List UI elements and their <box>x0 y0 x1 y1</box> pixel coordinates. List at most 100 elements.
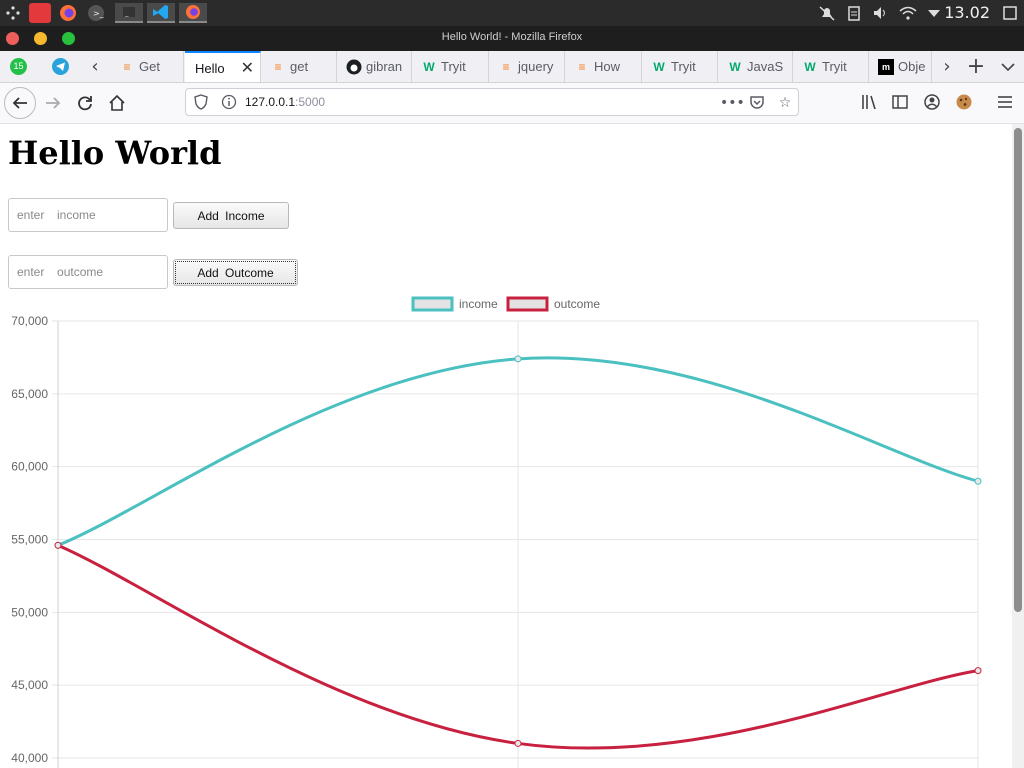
scrollbar-thumb[interactable] <box>1014 128 1022 612</box>
income-data-point <box>974 477 982 485</box>
outcome-data-point <box>54 541 62 549</box>
url-text: 127.0.0.1:5000 <box>245 95 325 109</box>
y-tick-label: 40,000 <box>11 751 48 765</box>
github-icon <box>346 59 362 75</box>
w3schools-icon: W <box>423 60 435 74</box>
income-input[interactable] <box>8 198 168 232</box>
library-icon[interactable] <box>855 88 883 116</box>
mdn-icon: m <box>878 59 894 75</box>
tab-label: Tryit <box>441 59 466 74</box>
outcome-input[interactable] <box>8 255 168 289</box>
tab-label: How <box>594 59 621 74</box>
show-desktop-icon[interactable] <box>1002 5 1018 21</box>
page-actions-icon[interactable]: ••• <box>720 94 745 112</box>
account-icon[interactable] <box>918 88 946 116</box>
tab-label: jquery <box>518 59 554 74</box>
window-title: Hello World! - Mozilla Firefox <box>441 31 583 43</box>
tab-tryit-3[interactable]: W Tryit <box>794 51 869 82</box>
taskbar-firefox[interactable] <box>179 3 207 23</box>
tab-label: Obje <box>898 59 926 74</box>
back-icon[interactable] <box>4 87 36 119</box>
window-titlebar: Hello World! - Mozilla Firefox <box>0 26 1024 51</box>
url-bar[interactable]: 127.0.0.1:5000 ••• ☆ <box>185 88 799 116</box>
w3schools-icon: W <box>653 60 665 74</box>
w3schools-icon: W <box>729 60 741 74</box>
url-port: :5000 <box>295 95 326 109</box>
clipboard-icon[interactable] <box>846 5 862 21</box>
firefox-launcher-icon[interactable] <box>57 3 79 23</box>
tab-object[interactable]: m Obje <box>870 51 932 82</box>
tab-hello[interactable]: Hello ✕ <box>185 51 261 82</box>
notifications-off-icon[interactable] <box>818 5 835 21</box>
close-tab-icon[interactable]: ✕ <box>241 53 254 82</box>
tab-get-1[interactable]: ≡ Get <box>111 51 184 82</box>
tab-label: Tryit <box>822 59 847 74</box>
app-menu-icon[interactable] <box>2 3 24 23</box>
tab-get-2[interactable]: ≡ get <box>262 51 337 82</box>
chevron-down-icon[interactable] <box>926 5 942 21</box>
clock: 13.02 <box>944 3 990 22</box>
tab-label: JavaS <box>747 59 784 74</box>
home-icon[interactable] <box>102 88 132 118</box>
volume-icon[interactable] <box>872 5 888 21</box>
y-tick-label: 50,000 <box>11 605 48 619</box>
tab-label: Tryit <box>671 59 696 74</box>
taskbar-vscode[interactable] <box>147 3 175 23</box>
whatsapp-tab-icon[interactable]: 15 <box>10 58 27 75</box>
forward-icon[interactable] <box>38 88 68 118</box>
page-title: Hello World <box>8 134 222 172</box>
stackoverflow-icon: ≡ <box>578 60 586 74</box>
tab-list-chevron-icon[interactable] <box>993 51 1023 82</box>
pocket-icon[interactable] <box>748 94 766 112</box>
new-tab-icon[interactable]: + <box>961 51 991 82</box>
outcome-legend-label: outcome <box>554 297 600 311</box>
hamburger-menu-icon[interactable] <box>991 88 1019 116</box>
tab-label: Hello <box>195 61 225 76</box>
tab-tryit-1[interactable]: W Tryit <box>413 51 489 82</box>
tab-javascript[interactable]: W JavaS <box>719 51 793 82</box>
w3schools-icon: W <box>804 60 816 74</box>
y-tick-label: 60,000 <box>11 460 48 474</box>
system-panel: >_ _ 13.02 <box>0 0 1024 26</box>
wifi-icon[interactable] <box>898 5 918 21</box>
svg-text:>_: >_ <box>93 9 105 18</box>
site-info-icon[interactable] <box>221 94 237 110</box>
y-tick-label: 55,000 <box>11 533 48 547</box>
terminal-launcher-icon[interactable]: >_ <box>85 3 107 23</box>
tab-tryit-2[interactable]: W Tryit <box>643 51 718 82</box>
svg-text:_: _ <box>124 9 129 17</box>
income-data-point <box>514 355 522 363</box>
bookmark-star-icon[interactable]: ☆ <box>776 94 794 112</box>
tab-how[interactable]: ≡ How <box>566 51 642 82</box>
files-icon[interactable] <box>29 3 51 23</box>
navigation-toolbar: 127.0.0.1:5000 ••• ☆ <box>0 83 1024 124</box>
vertical-scrollbar[interactable] <box>1012 124 1024 768</box>
tab-strip: 15 ‹ ≡ Get Hello ✕ ≡ get gibran W Tryit … <box>0 51 1024 83</box>
outcome-data-point <box>974 667 982 675</box>
line-chart: 70,000 65,000 60,000 55,000 50,000 45,000 40,0… <box>11 296 982 768</box>
scroll-tabs-left-icon[interactable]: ‹ <box>80 51 110 82</box>
tab-jquery[interactable]: ≡ jquery <box>490 51 565 82</box>
outcome-data-point <box>514 739 522 747</box>
taskbar-terminal[interactable]: _ <box>115 3 143 23</box>
scroll-tabs-right-icon[interactable]: › <box>932 51 962 82</box>
tracking-protection-icon[interactable] <box>193 94 209 110</box>
telegram-tab-icon[interactable] <box>52 58 69 75</box>
y-tick-label: 65,000 <box>11 387 48 401</box>
stackoverflow-icon: ≡ <box>123 60 131 74</box>
tab-label: gibran <box>366 59 403 74</box>
stackoverflow-icon: ≡ <box>274 60 282 74</box>
tab-gibran[interactable]: gibran <box>338 51 412 82</box>
income-legend-label: income <box>459 297 498 311</box>
url-host: 127.0.0.1 <box>245 95 296 109</box>
add-outcome-button[interactable]: Add Outcome <box>173 259 298 286</box>
outcome-legend-swatch <box>506 296 549 312</box>
add-income-button[interactable]: Add Income <box>173 202 289 229</box>
income-legend-swatch <box>411 296 454 312</box>
stackoverflow-icon: ≡ <box>502 60 510 74</box>
sidebar-icon[interactable] <box>886 88 914 116</box>
tab-label: Get <box>139 59 160 74</box>
y-tick-label: 45,000 <box>11 678 48 692</box>
reload-icon[interactable] <box>70 88 100 118</box>
cookie-extension-icon[interactable] <box>950 88 978 116</box>
